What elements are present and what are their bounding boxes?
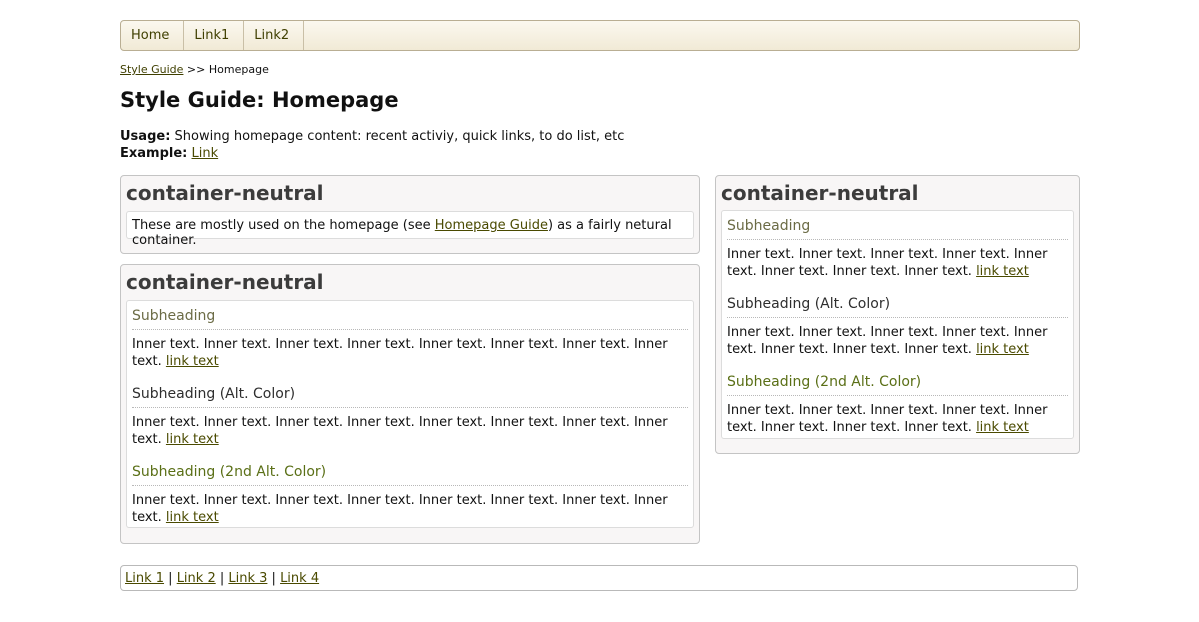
container-inner: Subheading Inner text. Inner text. Inner…	[721, 210, 1074, 439]
example-line: Example: Link	[120, 145, 624, 162]
section: Subheading Inner text. Inner text. Inner…	[132, 307, 688, 370]
footer-separator: |	[215, 571, 229, 586]
container-neutral-1: container-neutral These are mostly used …	[120, 175, 700, 254]
nav-item-home[interactable]: Home	[121, 21, 185, 50]
breadcrumb-separator: >>	[183, 63, 209, 76]
link-text[interactable]: link text	[166, 510, 219, 525]
page-title: Style Guide: Homepage	[120, 88, 399, 112]
subheading-alt2: Subheading (2nd Alt. Color)	[727, 373, 1068, 396]
homepage-guide-link[interactable]: Homepage Guide	[435, 218, 548, 233]
inner-text: Inner text. Inner text. Inner text. Inne…	[727, 246, 1068, 280]
section: Subheading (Alt. Color) Inner text. Inne…	[132, 385, 688, 448]
section: Subheading (Alt. Color) Inner text. Inne…	[727, 295, 1068, 358]
nav-item-link2[interactable]: Link2	[244, 21, 305, 50]
section: Subheading (2nd Alt. Color) Inner text. …	[727, 373, 1068, 436]
footer-link-3[interactable]: Link 3	[228, 571, 267, 586]
section: Subheading (2nd Alt. Color) Inner text. …	[132, 463, 688, 526]
footer-separator: |	[267, 571, 281, 586]
breadcrumb: Style Guide >> Homepage	[120, 63, 269, 76]
footer-link-1[interactable]: Link 1	[125, 571, 164, 586]
usage-label: Usage:	[120, 129, 171, 144]
container-title: container-neutral	[126, 270, 324, 294]
link-text[interactable]: link text	[976, 342, 1029, 357]
inner-text: Inner text. Inner text. Inner text. Inne…	[132, 492, 688, 526]
subheading-alt2: Subheading (2nd Alt. Color)	[132, 463, 688, 486]
container-neutral-3: container-neutral Subheading Inner text.…	[715, 175, 1080, 454]
link-text[interactable]: link text	[166, 432, 219, 447]
example-label: Example:	[120, 146, 188, 161]
nav-item-link1[interactable]: Link1	[184, 21, 245, 50]
link-text[interactable]: link text	[166, 354, 219, 369]
subheading-alt: Subheading (Alt. Color)	[132, 385, 688, 408]
breadcrumb-current: Homepage	[208, 63, 269, 76]
top-nav: Home Link1 Link2	[120, 20, 1080, 51]
inner-text: Inner text. Inner text. Inner text. Inne…	[727, 402, 1068, 436]
section: Subheading Inner text. Inner text. Inner…	[727, 217, 1068, 280]
inner-text: Inner text. Inner text. Inner text. Inne…	[132, 336, 688, 370]
inner-text: Inner text. Inner text. Inner text. Inne…	[727, 324, 1068, 358]
page-meta: Usage: Showing homepage content: recent …	[120, 128, 624, 162]
container-title: container-neutral	[126, 181, 324, 205]
inner-text: Inner text. Inner text. Inner text. Inne…	[132, 414, 688, 448]
link-text[interactable]: link text	[976, 264, 1029, 279]
example-link[interactable]: Link	[192, 146, 219, 161]
subheading: Subheading	[132, 307, 688, 330]
container-neutral-2: container-neutral Subheading Inner text.…	[120, 264, 700, 544]
container-text-before: These are mostly used on the homepage (s…	[132, 218, 435, 233]
breadcrumb-link-style-guide[interactable]: Style Guide	[120, 63, 183, 76]
usage-text: Showing homepage content: recent activiy…	[170, 129, 625, 144]
link-text[interactable]: link text	[976, 420, 1029, 435]
container-title: container-neutral	[721, 181, 919, 205]
container-inner: These are mostly used on the homepage (s…	[126, 211, 694, 248]
subheading-alt: Subheading (Alt. Color)	[727, 295, 1068, 318]
footer-link-2[interactable]: Link 2	[177, 571, 216, 586]
container-text: These are mostly used on the homepage (s…	[132, 218, 688, 248]
footer-links: Link 1 | Link 2 | Link 3 | Link 4	[120, 565, 1078, 591]
usage-line: Usage: Showing homepage content: recent …	[120, 128, 624, 145]
subheading: Subheading	[727, 217, 1068, 240]
container-inner: Subheading Inner text. Inner text. Inner…	[126, 300, 694, 528]
footer-separator: |	[164, 571, 177, 586]
footer-link-4[interactable]: Link 4	[280, 571, 319, 586]
